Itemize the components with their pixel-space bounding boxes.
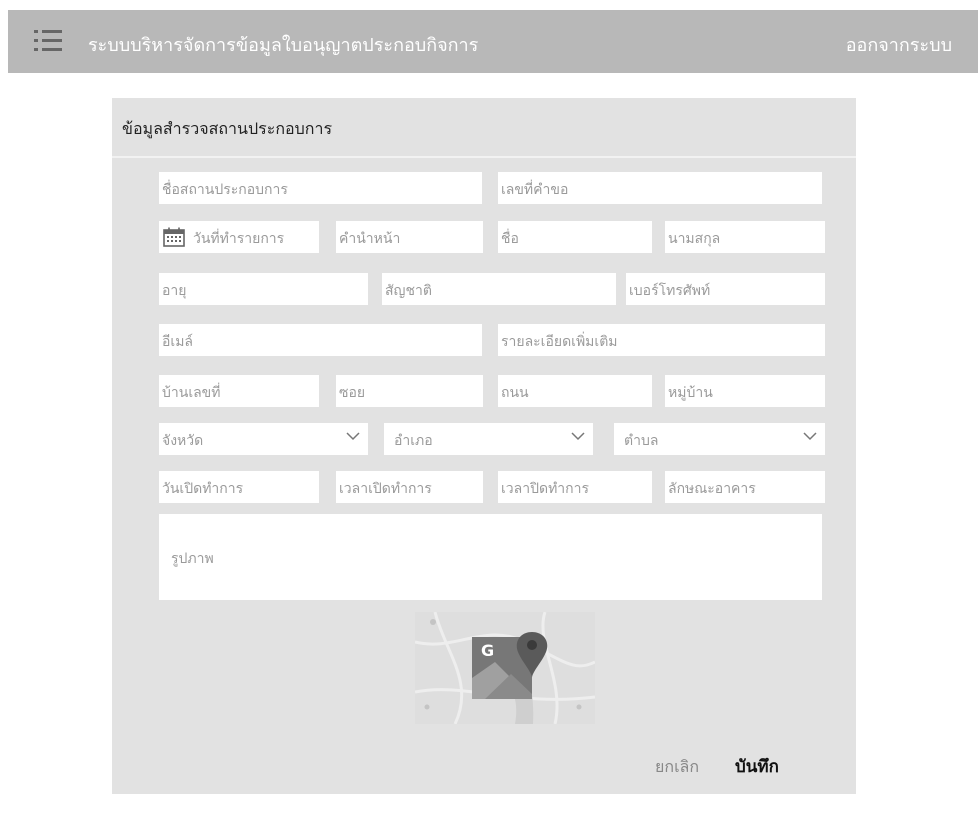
save-button[interactable]: บันทึก (735, 753, 779, 780)
cancel-button[interactable]: ยกเลิก (655, 755, 699, 780)
google-maps-icon: G (415, 612, 595, 724)
close-time-field[interactable]: เวลาปิดทำการ (498, 471, 652, 503)
house-no-field[interactable]: บ้านเลขที่ (159, 375, 319, 407)
village-placeholder: หมู่บ้าน (668, 385, 713, 401)
prefix-field[interactable]: คำนำหน้า (336, 221, 483, 253)
house-no-placeholder: บ้านเลขที่ (162, 385, 221, 401)
nationality-placeholder: สัญชาติ (385, 283, 432, 299)
age-placeholder: อายุ (162, 283, 187, 299)
email-field[interactable]: อีเมล์ (159, 324, 482, 356)
request-no-field[interactable]: เลขที่คำขอ (498, 172, 822, 204)
transaction-date-placeholder: วันที่ทำรายการ (193, 231, 285, 247)
form-title: ข้อมูลสำรวจสถานประกอบการ (122, 119, 333, 138)
transaction-date-field[interactable]: วันที่ทำรายการ (159, 221, 319, 253)
road-field[interactable]: ถนน (498, 375, 652, 407)
map-thumbnail[interactable]: G (415, 612, 595, 724)
subdistrict-placeholder: ตำบล (624, 433, 659, 449)
chevron-down-icon (346, 432, 360, 441)
top-bar: ระบบบริหารจัดการข้อมูลใบอนุญาตประกอบกิจก… (8, 10, 978, 73)
chevron-down-icon (571, 432, 585, 441)
last-name-placeholder: นามสกุล (668, 231, 721, 247)
village-field[interactable]: หมู่บ้าน (665, 375, 825, 407)
business-name-field[interactable]: ชื่อสถานประกอบการ (159, 172, 482, 204)
open-day-placeholder: วันเปิดทำการ (162, 481, 244, 497)
business-name-placeholder: ชื่อสถานประกอบการ (162, 182, 288, 198)
nationality-field[interactable]: สัญชาติ (382, 273, 616, 305)
age-field[interactable]: อายุ (159, 273, 368, 305)
district-placeholder: อำเภอ (394, 433, 433, 449)
open-day-field[interactable]: วันเปิดทำการ (159, 471, 319, 503)
photo-placeholder: รูปภาพ (171, 551, 214, 567)
building-type-field[interactable]: ลักษณะอาคาร (665, 471, 825, 503)
phone-field[interactable]: เบอร์โทรศัพท์ (626, 273, 825, 305)
request-no-placeholder: เลขที่คำขอ (501, 182, 569, 198)
road-placeholder: ถนน (501, 385, 529, 401)
province-placeholder: จังหวัด (162, 433, 204, 449)
details-field[interactable]: รายละเอียดเพิ่มเติม (498, 324, 825, 356)
soi-field[interactable]: ซอย (336, 375, 483, 407)
first-name-field[interactable]: ชื่อ (498, 221, 652, 253)
province-select[interactable]: จังหวัด (159, 423, 368, 455)
details-placeholder: รายละเอียดเพิ่มเติม (501, 334, 618, 350)
form-divider (112, 156, 856, 158)
chevron-down-icon (803, 432, 817, 441)
soi-placeholder: ซอย (339, 385, 366, 401)
app-title: ระบบบริหารจัดการข้อมูลใบอนุญาตประกอบกิจก… (88, 35, 479, 56)
open-time-field[interactable]: เวลาเปิดทำการ (336, 471, 483, 503)
survey-form-panel: ข้อมูลสำรวจสถานประกอบการ ชื่อสถานประกอบก… (112, 98, 856, 794)
subdistrict-select[interactable]: ตำบล (614, 423, 825, 455)
hamburger-menu-icon[interactable] (34, 30, 62, 52)
prefix-placeholder: คำนำหน้า (339, 231, 401, 247)
open-time-placeholder: เวลาเปิดทำการ (339, 481, 432, 497)
close-time-placeholder: เวลาปิดทำการ (501, 481, 590, 497)
first-name-placeholder: ชื่อ (501, 231, 519, 247)
photo-upload-area[interactable]: รูปภาพ (159, 514, 822, 600)
last-name-field[interactable]: นามสกุล (665, 221, 825, 253)
district-select[interactable]: อำเภอ (384, 423, 593, 455)
building-type-placeholder: ลักษณะอาคาร (668, 481, 756, 497)
calendar-icon[interactable] (163, 227, 185, 247)
logout-link[interactable]: ออกจากระบบ (846, 30, 952, 59)
svg-text:G: G (481, 641, 494, 660)
email-placeholder: อีเมล์ (162, 334, 194, 350)
phone-placeholder: เบอร์โทรศัพท์ (629, 283, 711, 299)
